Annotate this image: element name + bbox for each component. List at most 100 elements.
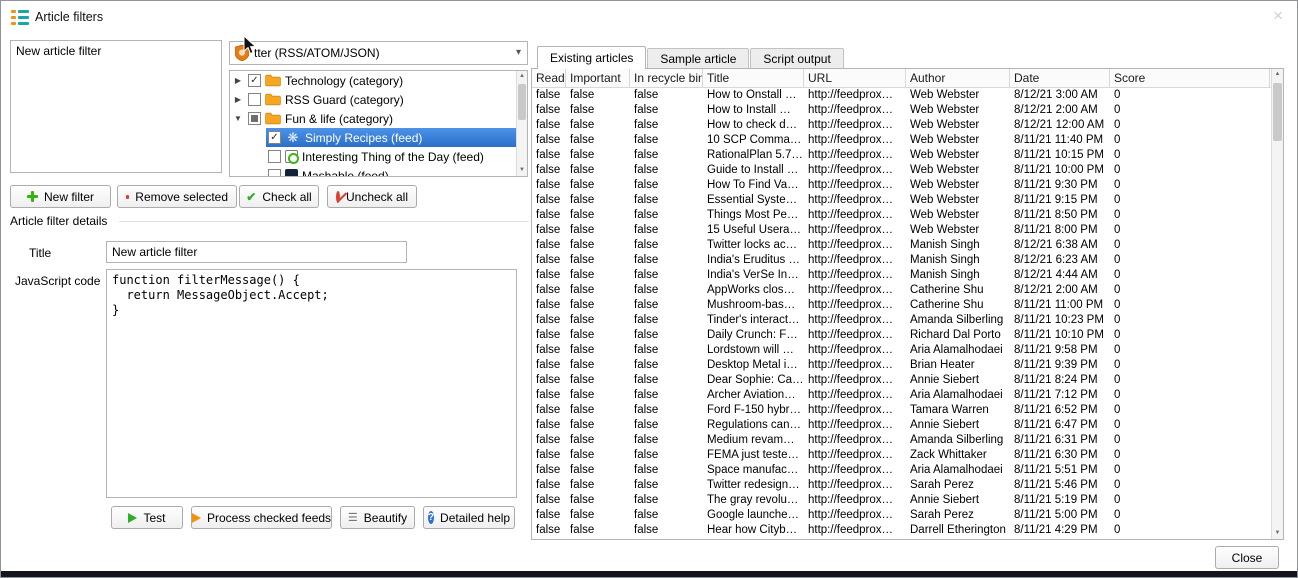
remove-selected-button[interactable]: Remove selected — [117, 185, 237, 208]
title-input[interactable] — [106, 241, 407, 263]
column-header[interactable]: Important — [566, 69, 630, 87]
close-icon[interactable]: × — [1273, 7, 1283, 25]
table-row[interactable]: falsefalsefalseThe gray revolu…http://fe… — [532, 493, 1271, 508]
table-row[interactable]: falsefalsefalseTwitter locks ac…http://f… — [532, 238, 1271, 253]
table-cell: Guide to Install … — [703, 163, 804, 178]
checkbox[interactable] — [248, 112, 261, 125]
table-row[interactable]: falsefalsefalseIndia's Eruditus …http://… — [532, 253, 1271, 268]
remove-selected-label: Remove selected — [135, 190, 228, 204]
tree-item-body[interactable]: RSS Guard (category) — [246, 90, 516, 109]
table-cell: false — [630, 88, 703, 103]
checkbox[interactable] — [268, 169, 281, 177]
tree-item[interactable]: Interesting Thing of the Day (feed) — [230, 147, 516, 166]
table-cell: false — [532, 283, 566, 298]
tree-item-body[interactable]: Fun & life (category) — [246, 109, 516, 128]
tree-item-body[interactable]: Mashable (feed) — [266, 166, 516, 177]
table-row[interactable]: falsefalsefalseHear how Cityb…http://fee… — [532, 523, 1271, 538]
column-header[interactable]: Title — [703, 69, 804, 87]
table-row[interactable]: falsefalsefalseHow to check d…http://fee… — [532, 118, 1271, 133]
table-row[interactable]: falsefalsefalseHow to Onstall …http://fe… — [532, 88, 1271, 103]
filter-list-item[interactable]: New article filter — [11, 41, 221, 61]
table-row[interactable]: falsefalsefalseMushroom-bas…http://feedp… — [532, 298, 1271, 313]
tree-scrollbar[interactable]: ▲ ▼ — [516, 71, 527, 176]
table-cell: Manish Singh — [906, 238, 1010, 253]
table-cell: false — [532, 133, 566, 148]
table-scrollbar[interactable]: ▲ ▼ — [1271, 69, 1283, 539]
table-cell: false — [566, 418, 630, 433]
process-label: Process checked feeds — [207, 511, 331, 525]
column-header[interactable]: In recycle bin — [630, 69, 703, 87]
table-row[interactable]: falsefalsefalseFEMA just teste…http://fe… — [532, 448, 1271, 463]
test-label: Test — [143, 511, 165, 525]
scrollbar-thumb[interactable] — [518, 84, 526, 120]
scroll-up-icon[interactable]: ▲ — [517, 71, 527, 82]
column-header[interactable]: Read — [532, 69, 566, 87]
table-row[interactable]: falsefalsefalseGoogle launche…http://fee… — [532, 508, 1271, 523]
checkbox[interactable]: ✓ — [248, 74, 261, 87]
table-row[interactable]: falsefalsefalseRegulations can…http://fe… — [532, 418, 1271, 433]
table-row[interactable]: falsefalsefalseIndia's VerSe In…http://f… — [532, 268, 1271, 283]
table-cell: false — [630, 373, 703, 388]
checkbox[interactable] — [248, 93, 261, 106]
table-row[interactable]: falsefalsefalseRationalPlan 5.7…http://f… — [532, 148, 1271, 163]
scroll-down-icon[interactable]: ▼ — [1272, 528, 1283, 539]
table-row[interactable]: falsefalsefalseDesktop Metal i…http://fe… — [532, 358, 1271, 373]
table-cell: false — [566, 403, 630, 418]
checkbox[interactable] — [268, 150, 281, 163]
check-all-button[interactable]: ✔ Check all — [239, 185, 319, 208]
table-row[interactable]: falsefalsefalseHow To Find Va…http://fee… — [532, 178, 1271, 193]
tree-item-body[interactable]: ✓❋Simply Recipes (feed) — [266, 128, 516, 147]
column-header[interactable]: URL — [804, 69, 906, 87]
table-row[interactable]: falsefalsefalseFord F-150 hybr…http://fe… — [532, 403, 1271, 418]
tab-script-output[interactable]: Script output — [750, 48, 843, 69]
table-row[interactable]: falsefalsefalseGuide to Install …http://… — [532, 163, 1271, 178]
table-cell: 8/12/21 2:00 AM — [1010, 283, 1110, 298]
table-row[interactable]: falsefalsefalseTwitter redesign…http://f… — [532, 478, 1271, 493]
tree-item[interactable]: Mashable (feed) — [230, 166, 516, 177]
scroll-up-icon[interactable]: ▲ — [1272, 69, 1283, 80]
tree-item[interactable]: ▶ ✓Technology (category) — [230, 71, 516, 90]
scroll-down-icon[interactable]: ▼ — [517, 165, 527, 176]
table-row[interactable]: falsefalsefalseAppWorks clos…http://feed… — [532, 283, 1271, 298]
uncheck-all-button[interactable]: Uncheck all — [327, 185, 417, 208]
table-row[interactable]: falsefalsefalseLordstown will …http://fe… — [532, 343, 1271, 358]
tree-item-body[interactable]: ✓Technology (category) — [246, 71, 516, 90]
detailed-help-button[interactable]: ? Detailed help — [423, 506, 515, 529]
table-cell: 0 — [1110, 148, 1270, 163]
tree-item[interactable]: ▼ Fun & life (category) — [230, 109, 516, 128]
process-checked-feeds-button[interactable]: Process checked feeds — [191, 506, 332, 529]
column-header[interactable]: Author — [906, 69, 1010, 87]
close-button[interactable]: Close — [1215, 546, 1279, 569]
table-row[interactable]: falsefalsefalse15 Useful Usera…http://fe… — [532, 223, 1271, 238]
table-row[interactable]: falsefalsefalseThings Most Pe…http://fee… — [532, 208, 1271, 223]
table-row[interactable]: falsefalsefalseDear Sophie: Ca…http://fe… — [532, 373, 1271, 388]
tree-item[interactable]: ▶ RSS Guard (category) — [230, 90, 516, 109]
scrollbar-thumb[interactable] — [1273, 83, 1282, 141]
expand-collapsed-icon[interactable]: ▶ — [235, 76, 241, 85]
table-row[interactable]: falsefalsefalseArcher Aviation…http://fe… — [532, 388, 1271, 403]
tree-item[interactable]: ✓❋Simply Recipes (feed) — [230, 128, 516, 147]
table-row[interactable]: falsefalsefalseTinder's interact…http://… — [532, 313, 1271, 328]
table-row[interactable]: falsefalsefalseEssential Syste…http://fe… — [532, 193, 1271, 208]
chevron-down-icon[interactable]: ▾ — [516, 47, 521, 58]
table-row[interactable]: falsefalsefalseSpace manufac…http://feed… — [532, 463, 1271, 478]
column-header[interactable]: Date — [1010, 69, 1110, 87]
expand-expanded-icon[interactable]: ▼ — [234, 114, 242, 123]
table-row[interactable]: falsefalsefalse10 SCP Comma…http://feedp… — [532, 133, 1271, 148]
account-dropdown[interactable]: tter (RSS/ATOM/JSON) ▾ — [229, 41, 528, 65]
checkbox[interactable]: ✓ — [268, 131, 281, 144]
table-cell: 8/11/21 10:15 PM — [1010, 148, 1110, 163]
expand-collapsed-icon[interactable]: ▶ — [235, 95, 241, 104]
js-code-editor[interactable]: function filterMessage() { return Messag… — [106, 269, 517, 498]
filters-list[interactable]: New article filter — [10, 40, 222, 173]
test-button[interactable]: Test — [111, 506, 183, 529]
table-row[interactable]: falsefalsefalseMedium revam…http://feedp… — [532, 433, 1271, 448]
tab-sample-article[interactable]: Sample article — [647, 48, 749, 69]
beautify-button[interactable]: ☰ Beautify — [340, 506, 415, 529]
tab-existing-articles[interactable]: Existing articles — [537, 46, 646, 69]
tree-item-body[interactable]: Interesting Thing of the Day (feed) — [266, 147, 516, 166]
table-row[interactable]: falsefalsefalseDaily Crunch: F…http://fe… — [532, 328, 1271, 343]
table-row[interactable]: falsefalsefalseHow to Install …http://fe… — [532, 103, 1271, 118]
column-header[interactable]: Score — [1110, 69, 1270, 87]
new-filter-button[interactable]: New filter — [10, 185, 111, 208]
